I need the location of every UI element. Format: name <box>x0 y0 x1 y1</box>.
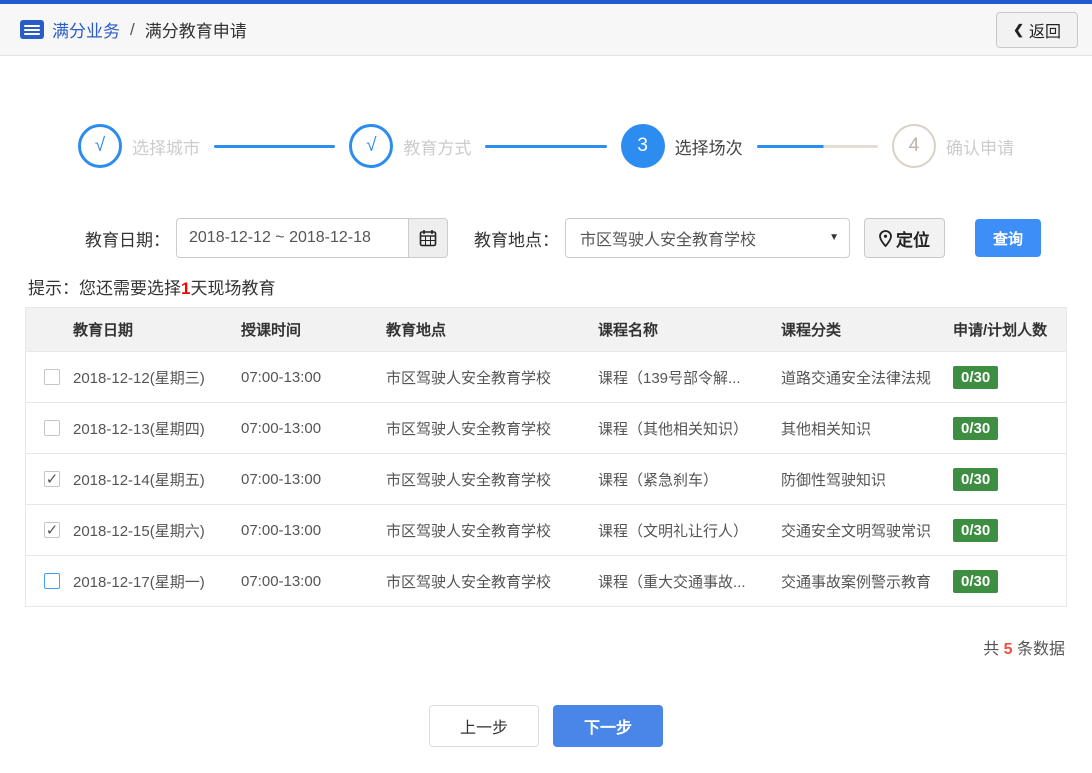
wizard-actions: 上一步 下一步 <box>0 705 1092 747</box>
cell-course-name: 课程（139号部令解... <box>598 369 741 387</box>
cell-course-category: 交通安全文明驾驶常识 <box>781 522 932 540</box>
cell-class-time: 07:00-13:00 <box>241 521 322 539</box>
record-count-suffix: 条数据 <box>1012 641 1065 658</box>
quota-badge: 0/30 <box>953 569 999 593</box>
back-button-label: 返回 <box>1028 23 1061 41</box>
cell-course-category: 交通事故案例警示教育 <box>781 573 932 591</box>
cell-course-category: 其他相关知识 <box>781 420 872 438</box>
step-2-check-icon: √ <box>349 124 394 168</box>
breadcrumb-separator: / <box>130 19 135 39</box>
cell-course-category: 防御性驾驶知识 <box>781 471 887 489</box>
cell-course-category: 道路交通安全法律法规 <box>781 369 932 387</box>
back-button[interactable]: ❮ 返回 <box>996 11 1078 48</box>
cell-course-name: 课程（文明礼让行人） <box>598 522 749 540</box>
row-checkbox[interactable]: ✓ <box>44 471 60 487</box>
education-place-select[interactable]: 市区驾驶人安全教育学校 ▼ <box>565 218 850 258</box>
row-checkbox[interactable]: ✓ <box>44 420 60 436</box>
step-select-city: √ 选择城市 <box>78 124 200 168</box>
cell-class-time: 07:00-13:00 <box>241 368 322 386</box>
education-place-label: 教育地点： <box>474 230 559 250</box>
step-education-mode: √ 教育方式 <box>349 124 471 168</box>
step-connector <box>214 144 336 148</box>
check-icon: ✓ <box>45 521 59 539</box>
quota-badge: 0/30 <box>953 467 999 491</box>
col-header-applied-planned: 申请/计划人数 <box>953 322 1048 339</box>
record-count: 共 5 条数据 <box>0 635 1065 659</box>
step-confirm-application: 4 确认申请 <box>891 124 1014 168</box>
col-header-course-name: 课程名称 <box>598 322 659 339</box>
step-4-label: 确认申请 <box>945 138 1014 158</box>
record-count-prefix: 共 <box>983 641 1004 658</box>
step-1-check-icon: √ <box>78 124 122 168</box>
quota-badge: 0/30 <box>953 365 999 389</box>
calendar-button[interactable] <box>408 218 448 258</box>
row-checkbox[interactable]: ✓ <box>44 522 60 538</box>
cell-class-time: 07:00-13:00 <box>241 470 322 488</box>
cell-course-name: 课程（重大交通事故... <box>598 573 746 591</box>
row-checkbox[interactable]: ✓ <box>44 369 60 385</box>
cell-class-time: 07:00-13:00 <box>241 572 322 590</box>
cell-education-place: 市区驾驶人安全教育学校 <box>386 420 552 438</box>
breadcrumb: 满分业务 / 满分教育申请 <box>20 17 247 42</box>
cell-education-place: 市区驾驶人安全教育学校 <box>386 369 552 387</box>
col-header-education-date: 教育日期 <box>73 322 134 339</box>
education-place-selected-value: 市区驾驶人安全教育学校 <box>580 232 757 249</box>
record-count-number: 5 <box>1003 641 1013 658</box>
quota-badge: 0/30 <box>953 518 999 542</box>
hint-prefix: 提示：您还需要选择 <box>28 279 181 298</box>
col-header-course-category: 课程分类 <box>781 322 842 339</box>
cell-education-date: 2018-12-13(星期四) <box>73 420 205 438</box>
table-row: ✓ 2018-12-12(星期三) 07:00-13:00 市区驾驶人安全教育学… <box>26 352 1066 403</box>
filter-bar: 教育日期： 教育地点： 市区驾驶人安全教育学校 ▼ 定位 查询 <box>85 218 1092 258</box>
step-select-session: 3 选择场次 <box>620 124 743 168</box>
education-date-label: 教育日期： <box>85 230 170 250</box>
step-1-label: 选择城市 <box>132 138 200 158</box>
date-range-input[interactable] <box>176 218 408 258</box>
step-3-label: 选择场次 <box>674 138 743 158</box>
cell-course-name: 课程（紧急刹车） <box>598 471 719 489</box>
hint-suffix: 天现场教育 <box>190 279 276 298</box>
cell-education-date: 2018-12-14(星期五) <box>73 471 205 489</box>
locate-button[interactable]: 定位 <box>864 218 945 258</box>
step-progress: √ 选择城市 √ 教育方式 3 选择场次 4 确认申请 <box>78 124 1014 168</box>
cell-education-place: 市区驾驶人安全教育学校 <box>386 522 552 540</box>
cell-class-time: 07:00-13:00 <box>241 419 322 437</box>
step-2-label: 教育方式 <box>403 138 472 158</box>
check-icon: ✓ <box>45 470 59 488</box>
table-row: ✓ 2018-12-15(星期六) 07:00-13:00 市区驾驶人安全教育学… <box>26 505 1066 556</box>
session-table: 教育日期 授课时间 教育地点 课程名称 课程分类 申请/计划人数 ✓ 2018-… <box>25 307 1067 607</box>
quota-badge: 0/30 <box>953 416 999 440</box>
step-connector <box>756 144 878 148</box>
col-header-education-place: 教育地点 <box>386 322 447 339</box>
table-row: ✓ 2018-12-17(星期一) 07:00-13:00 市区驾驶人安全教育学… <box>26 556 1066 607</box>
step-4-number: 4 <box>891 124 936 168</box>
previous-step-button[interactable]: 上一步 <box>429 705 539 747</box>
date-range-group <box>176 218 448 258</box>
search-button[interactable]: 查询 <box>975 219 1041 257</box>
locate-button-label: 定位 <box>896 230 930 250</box>
step-connector <box>485 144 607 148</box>
table-row: ✓ 2018-12-13(星期四) 07:00-13:00 市区驾驶人安全教育学… <box>26 403 1066 454</box>
calendar-icon <box>419 230 437 247</box>
breadcrumb-section[interactable]: 满分业务 <box>52 17 120 42</box>
chevron-left-icon: ❮ <box>1013 21 1024 37</box>
cell-education-place: 市区驾驶人安全教育学校 <box>386 573 552 591</box>
page-header: 满分业务 / 满分教育申请 ❮ 返回 <box>0 4 1092 56</box>
table-row: ✓ 2018-12-14(星期五) 07:00-13:00 市区驾驶人安全教育学… <box>26 454 1066 505</box>
cell-education-date: 2018-12-17(星期一) <box>73 573 205 591</box>
map-pin-icon <box>879 229 892 247</box>
breadcrumb-page-title: 满分教育申请 <box>144 22 247 41</box>
step-3-number: 3 <box>620 124 665 168</box>
remaining-days-hint: 提示：您还需要选择1天现场教育 <box>28 274 1092 299</box>
cell-education-date: 2018-12-15(星期六) <box>73 522 205 540</box>
cell-course-name: 课程（其他相关知识） <box>598 420 749 438</box>
cell-education-place: 市区驾驶人安全教育学校 <box>386 471 552 489</box>
cell-education-date: 2018-12-12(星期三) <box>73 369 205 387</box>
row-checkbox[interactable]: ✓ <box>44 573 60 589</box>
list-icon <box>20 20 44 39</box>
table-header-row: 教育日期 授课时间 教育地点 课程名称 课程分类 申请/计划人数 <box>26 308 1066 352</box>
col-header-class-time: 授课时间 <box>241 322 302 339</box>
chevron-down-icon: ▼ <box>829 232 839 243</box>
next-step-button[interactable]: 下一步 <box>553 705 663 747</box>
